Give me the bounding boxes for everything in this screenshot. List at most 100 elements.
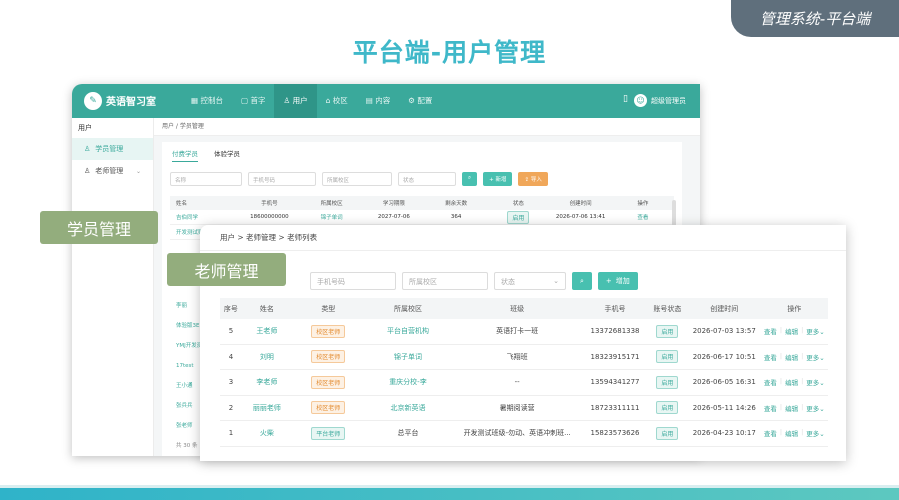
add-student-button[interactable]: + 新增 (483, 172, 513, 186)
type-badge: 校区老师 (311, 375, 346, 389)
search-button[interactable]: ⌕ (462, 172, 478, 186)
table-row: 吉伯同学 18600000000 锦子单词 2027-07-06 364 启用 … (170, 210, 674, 225)
type-badge: 校区老师 (311, 324, 346, 338)
main-nav: ▦ 控制台 ▢ 首字 ♙ 用户 ⌂ 校区 ▤ 内容 ⚙ 配置 (182, 84, 441, 118)
more-dropdown[interactable]: 更多⌄ (806, 377, 824, 387)
brand-logo-icon: ✎ (84, 92, 102, 110)
type-badge: 校区老师 (311, 401, 346, 415)
row-actions: 查看 | 编辑 | 更多⌄ (763, 351, 825, 362)
tab-paid-students[interactable]: 付费学员 (172, 148, 198, 162)
view-link[interactable]: 查看 (764, 326, 777, 336)
more-dropdown[interactable]: 更多⌄ (806, 326, 824, 336)
callout-teachers: 老师管理 (167, 253, 286, 286)
table-header: 序号 姓名 类型 所属校区 班级 手机号 账号状态 创建时间 操作 (220, 298, 828, 319)
nav-content[interactable]: ▤ 内容 (357, 84, 399, 118)
status-badge: 启用 (656, 350, 679, 364)
more-dropdown[interactable]: 更多⌄ (806, 428, 824, 438)
status-badge: 启用 (656, 324, 679, 338)
nav-users[interactable]: ♙ 用户 (274, 84, 317, 118)
chevron-down-icon: ⌄ (135, 167, 141, 175)
breadcrumb: 用户 > 老师管理 > 老师列表 (200, 225, 846, 251)
teacher-name-link[interactable]: 火柴 (242, 428, 292, 438)
phone-input[interactable]: 手机号码 (310, 272, 396, 290)
more-dropdown[interactable]: 更多⌄ (806, 403, 824, 413)
search-icon: ⌕ (580, 276, 584, 285)
edit-link[interactable]: 编辑 (785, 352, 798, 362)
import-button[interactable]: ⇪ 导入 (518, 172, 548, 186)
teacher-name-link[interactable]: 王老师 (242, 326, 292, 336)
teacher-name-link[interactable]: 刘明 (242, 352, 292, 362)
slide-title: 平台端-用户管理 (352, 38, 547, 67)
type-badge: 平台老师 (311, 426, 346, 440)
teacher-filters: 手机号码 所属校区 状态 ⌄ ⌕ + 增加 (310, 272, 638, 290)
table-row: 5 王老师 校区老师 平台自营机构 英语打卡一班 13372681338 启用 … (220, 319, 828, 345)
teacher-icon: ♙ (84, 167, 91, 175)
teacher-name-link[interactable]: 丽丽老师 (242, 403, 292, 413)
view-link[interactable]: 查看 (612, 213, 674, 221)
row-actions: 查看 | 编辑 | 更多⌄ (763, 377, 825, 388)
sidebar: 用户 ♙ 学员管理 ♙ 老师管理 ⌄ (72, 118, 154, 456)
status-select[interactable]: 状态 ⌄ (494, 272, 566, 290)
phone-input[interactable]: 手机号码 (248, 172, 316, 186)
chevron-down-icon: ⌄ (553, 277, 559, 285)
campus-link[interactable]: 平台自营机构 (365, 326, 451, 336)
view-link[interactable]: 查看 (764, 377, 777, 387)
teachers-table: 序号 姓名 类型 所属校区 班级 手机号 账号状态 创建时间 操作 5 王老师 … (220, 298, 828, 447)
table-header: 姓名 手机号 所属校区 学习期限 剩余天数 状态 创建时间 操作 (170, 196, 674, 210)
status-badge: 启用 (656, 375, 679, 389)
campus-link[interactable]: 北京新英语 (365, 403, 451, 413)
status-select[interactable]: 状态 (398, 172, 456, 186)
campus-input[interactable]: 所属校区 (322, 172, 392, 186)
list-item[interactable]: 李丽 (176, 296, 202, 316)
campus-link[interactable]: 重庆分校-李 (365, 377, 451, 387)
view-link[interactable]: 查看 (764, 428, 777, 438)
search-button[interactable]: ⌕ (572, 272, 592, 290)
list-item[interactable]: 张兵兵 (176, 396, 202, 416)
top-navbar: ✎ 英语智习室 ▦ 控制台 ▢ 首字 ♙ 用户 ⌂ 校区 ▤ 内容 ⚙ 配置 ▯… (72, 84, 700, 118)
docs-book-icon[interactable]: ▯ (623, 94, 628, 104)
user-name: 超级管理员 (651, 96, 686, 105)
status-badge: 启用 (656, 426, 679, 440)
breadcrumb: 用户 / 学员管理 (154, 118, 700, 136)
list-item[interactable]: 体验版3E (176, 316, 202, 336)
nav-config[interactable]: ⚙ 配置 (399, 84, 441, 118)
edit-link[interactable]: 编辑 (785, 403, 798, 413)
teacher-name-link[interactable]: 李老师 (242, 377, 292, 387)
tab-trial-students[interactable]: 体验学员 (214, 148, 240, 162)
sidebar-head: 用户 (78, 124, 92, 132)
table-row: 4 刘明 校区老师 锦子单词 飞翔班 18323915171 启用 2026-0… (220, 345, 828, 370)
callout-students: 学员管理 (40, 211, 158, 244)
student-name-list: 李丽 体验版3E YMJ开发测 17test 王小通 张兵兵 张老师 共 30 … (176, 296, 202, 456)
more-dropdown[interactable]: 更多⌄ (806, 352, 824, 362)
list-item[interactable]: 17test (176, 356, 202, 376)
campus-input[interactable]: 所属校区 (402, 272, 488, 290)
name-input[interactable]: 名称 (170, 172, 242, 186)
corner-tag: 管理系统-平台端 (731, 0, 899, 37)
user-menu[interactable]: ☺ 超级管理员 (634, 94, 686, 107)
user-icon: ♙ (84, 145, 91, 153)
list-item[interactable]: 王小通 (176, 376, 202, 396)
nav-words[interactable]: ▢ 首字 (232, 84, 274, 118)
row-actions: 查看 | 编辑 | 更多⌄ (763, 402, 825, 413)
sidebar-item-students[interactable]: ♙ 学员管理 (72, 138, 153, 160)
status-badge: 启用 (656, 401, 679, 415)
bottom-bar (0, 488, 899, 500)
campus-link[interactable]: 锦子单词 (365, 352, 451, 362)
table-row: 3 李老师 校区老师 重庆分校-李 -- 13594341277 启用 2026… (220, 370, 828, 396)
edit-link[interactable]: 编辑 (785, 377, 798, 387)
table-row: 2 丽丽老师 校区老师 北京新英语 暑期阅读营 18723311111 启用 2… (220, 396, 828, 421)
nav-campus[interactable]: ⌂ 校区 (317, 84, 357, 118)
campus-text: 总平台 (397, 429, 419, 438)
table-row: 1 火柴 平台老师 总平台 开发测试班级-勿动、英语冲刺班... 1582357… (220, 421, 828, 447)
edit-link[interactable]: 编辑 (785, 428, 798, 438)
view-link[interactable]: 查看 (764, 352, 777, 362)
nav-dashboard[interactable]: ▦ 控制台 (182, 84, 232, 118)
row-actions: 查看 | 编辑 | 更多⌄ (763, 326, 825, 337)
list-item[interactable]: 张老师 (176, 416, 202, 436)
list-item[interactable]: YMJ开发测 (176, 336, 202, 356)
view-link[interactable]: 查看 (764, 403, 777, 413)
add-teacher-button[interactable]: + 增加 (597, 272, 638, 290)
sidebar-item-teachers[interactable]: ♙ 老师管理 ⌄ (72, 160, 153, 182)
edit-link[interactable]: 编辑 (785, 326, 798, 336)
brand-name: 英语智习室 (106, 97, 156, 108)
